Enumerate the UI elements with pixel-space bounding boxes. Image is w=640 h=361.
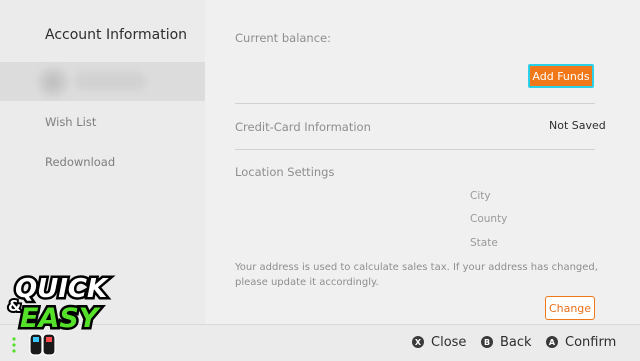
- location-settings-label: Location Settings: [235, 165, 335, 179]
- quick-easy-logo: QUICK & EASY: [6, 272, 111, 356]
- sidebar-item-redownload[interactable]: Redownload: [45, 155, 115, 169]
- divider: [235, 149, 595, 150]
- switch-controller-icon: [29, 333, 56, 356]
- divider: [235, 103, 595, 104]
- county-field-label: County: [470, 213, 508, 225]
- current-balance-label: Current balance:: [235, 31, 331, 45]
- close-button[interactable]: X Close: [412, 333, 466, 351]
- back-label: Back: [500, 334, 532, 350]
- sidebar-item-wish-list[interactable]: Wish List: [45, 115, 96, 129]
- close-label: Close: [431, 334, 467, 350]
- add-funds-button[interactable]: Add Funds: [528, 64, 594, 88]
- sidebar-title[interactable]: Account Information: [45, 27, 187, 43]
- credit-card-label[interactable]: Credit-Card Information: [235, 120, 371, 134]
- state-field-label: State: [470, 237, 498, 249]
- logo-decoration-dots: [12, 337, 16, 353]
- city-field-label: City: [470, 190, 491, 202]
- x-button-icon: X: [412, 336, 424, 348]
- confirm-button[interactable]: A Confirm: [546, 333, 616, 351]
- avatar: [36, 66, 70, 98]
- logo-easy-text: EASY: [20, 303, 101, 334]
- confirm-label: Confirm: [565, 334, 617, 350]
- change-button[interactable]: Change: [545, 296, 595, 320]
- credit-card-value: Not Saved: [549, 119, 606, 132]
- logo-quick-text: QUICK: [15, 274, 109, 304]
- b-button-icon: B: [481, 336, 493, 348]
- a-button-icon: A: [546, 336, 558, 348]
- address-note: Your address is used to calculate sales …: [235, 262, 598, 288]
- blurred-username: [74, 72, 146, 90]
- back-button[interactable]: B Back: [481, 333, 532, 351]
